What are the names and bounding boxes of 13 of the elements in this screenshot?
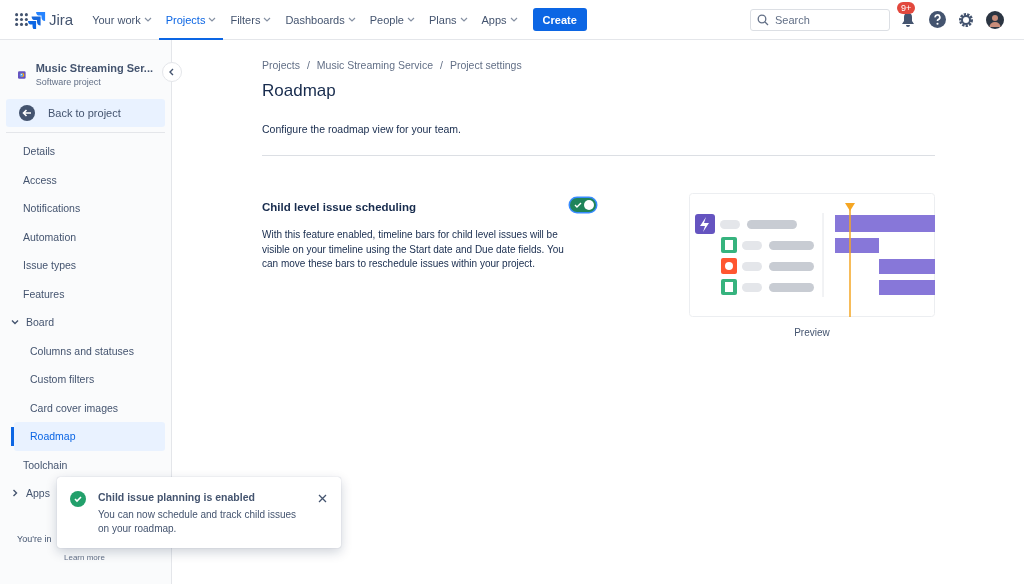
- project-name: Music Streaming Ser...: [35, 62, 153, 74]
- project-type: Software project: [35, 77, 102, 87]
- toast-message: You can now schedule and track child issues on your roadmap.: [98, 508, 298, 536]
- notification-badge: 9+: [897, 1, 916, 14]
- setting-title: Child level issue scheduling: [262, 201, 416, 213]
- toast-title: Child issue planning is enabled: [98, 491, 256, 503]
- breadcrumb-separator: /: [440, 59, 443, 71]
- sidebar-footer-text: You're in: [17, 533, 53, 544]
- page-description: Configure the roadmap view for your team.: [262, 123, 462, 135]
- setting-description: With this feature enabled, timeline bars for child level issues will be visible on your timeline using the Start date and Due date fields. You can move these bars to reschedule issues within your project.: [262, 228, 565, 271]
- breadcrumb-separator: /: [306, 59, 310, 71]
- page-title: Roadmap: [262, 81, 337, 101]
- preview-caption: Preview: [794, 327, 830, 338]
